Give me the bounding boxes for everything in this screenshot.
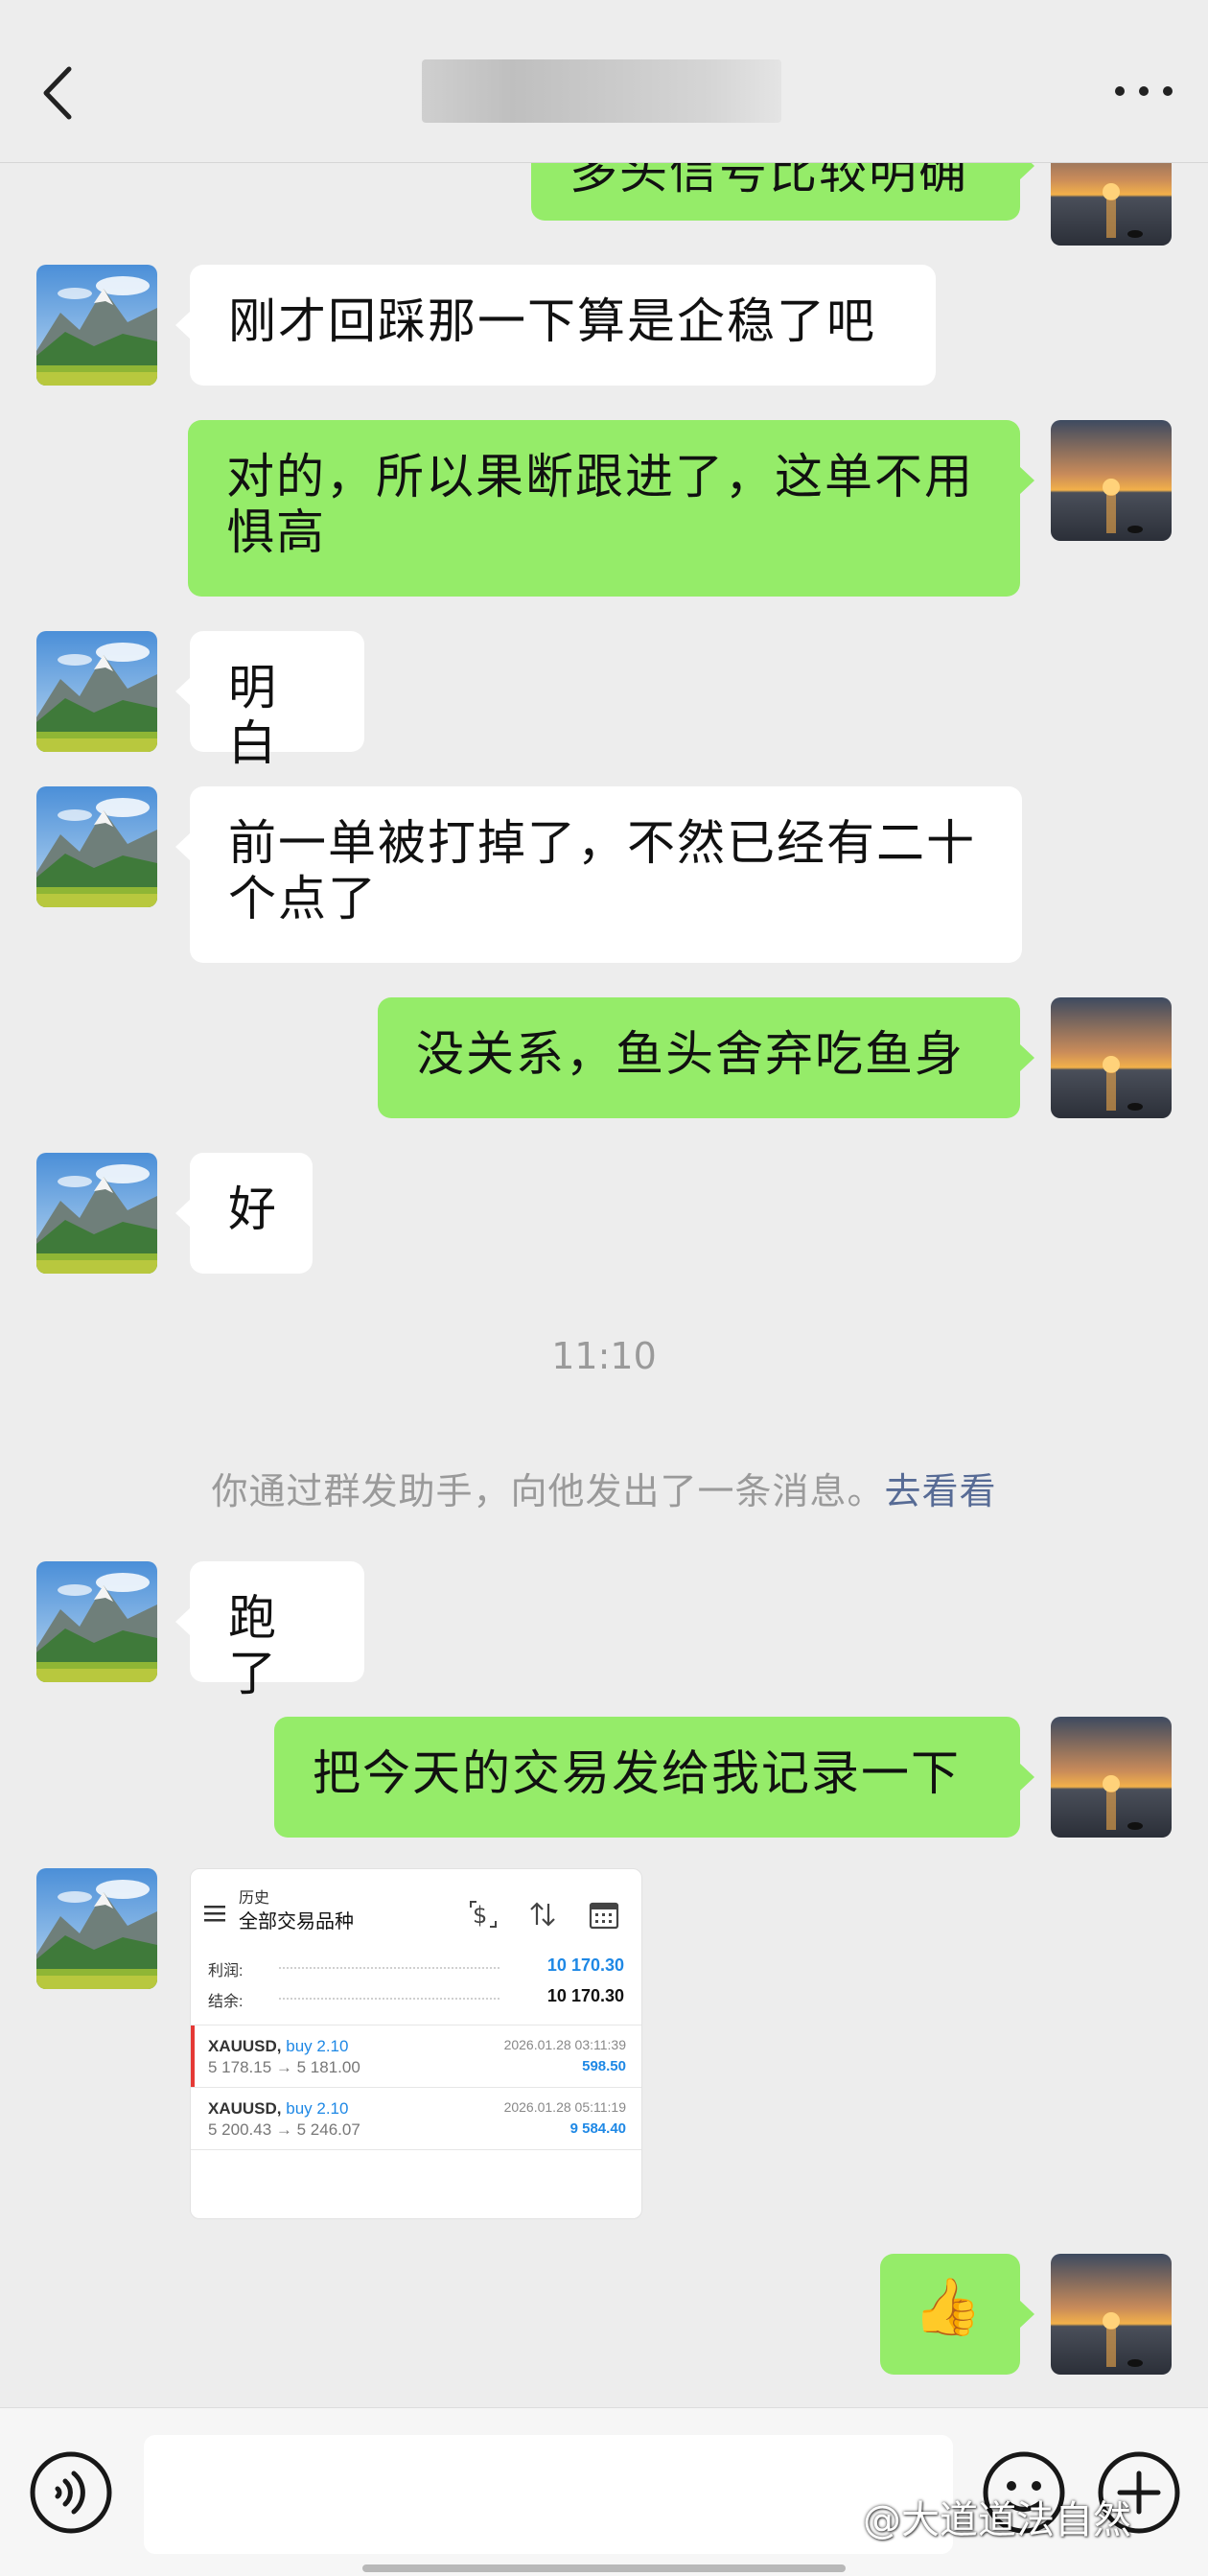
- trade-price: 5 178.15 → 5 181.00: [208, 2058, 360, 2076]
- profit-value: 10 170.30: [546, 1955, 624, 1975]
- contact-avatar[interactable]: [36, 786, 157, 907]
- calendar-icon: [589, 1902, 619, 1930]
- message-outgoing[interactable]: 👍: [880, 2254, 1034, 2375]
- sort-icon: [530, 1902, 555, 1927]
- message-text: 前一单被打掉了，不然已经有二十个点了: [228, 815, 976, 926]
- divider: [279, 1967, 499, 1969]
- trade-symbol: XAUUSD, buy 2.10: [208, 2037, 349, 2055]
- chat-header: [0, 0, 1208, 163]
- message-outgoing[interactable]: 没关系，鱼头舍弃吃鱼身: [378, 997, 1034, 1118]
- message-text: 多头信号比较明确: [569, 163, 968, 199]
- chat-messages: 多头信号比较明确 刚才回踩那一下算是企稳了吧 对的，所以果断跟进了，这单不用惧高…: [0, 163, 1208, 2407]
- message-incoming[interactable]: 跑了: [175, 1561, 364, 1701]
- message-text: 好: [228, 1182, 278, 1237]
- view-link[interactable]: 去看看: [885, 1470, 997, 1512]
- back-button[interactable]: [36, 59, 84, 127]
- currency-exchange-icon: $: [470, 1901, 497, 1929]
- divider: [191, 2149, 641, 2150]
- more-options-button[interactable]: [1110, 77, 1177, 105]
- home-indicator[interactable]: [362, 2564, 846, 2572]
- watermark: @大道道法自然: [863, 2498, 1131, 2542]
- contact-avatar[interactable]: [36, 631, 157, 752]
- balance-value: 10 170.30: [546, 1986, 624, 2005]
- ellipsis-icon: [1115, 86, 1173, 96]
- trade-symbol: XAUUSD, buy 2.10: [208, 2099, 349, 2118]
- timestamp: 11:10: [551, 1335, 657, 1377]
- trade-profit: 598.50: [582, 2058, 626, 2074]
- contact-avatar[interactable]: [36, 1153, 157, 1274]
- message-text: 刚才回踩那一下算是企稳了吧: [228, 293, 876, 349]
- message-text: 没关系，鱼头舍弃吃鱼身: [416, 1026, 964, 1082]
- message-text: 跑了: [228, 1590, 278, 1701]
- system-message-text: 你通过群发助手，向他发出了一条消息。: [211, 1470, 885, 1512]
- message-incoming[interactable]: 刚才回踩那一下算是企稳了吧: [175, 265, 936, 386]
- message-incoming[interactable]: 好: [175, 1153, 313, 1274]
- hamburger-menu-icon: [204, 1906, 225, 1922]
- my-avatar[interactable]: [1051, 163, 1172, 246]
- message-incoming[interactable]: 前一单被打掉了，不然已经有二十个点了: [175, 786, 1022, 963]
- trade-price: 5 200.43 → 5 246.07: [208, 2120, 360, 2139]
- voice-icon: [30, 2451, 112, 2534]
- symbols-title: 全部交易品种: [239, 1911, 354, 1932]
- selected-indicator: [191, 2026, 195, 2087]
- trade-row[interactable]: XAUUSD, buy 2.10 5 178.15 → 5 181.00 202…: [191, 2026, 641, 2087]
- message-outgoing[interactable]: 多头信号比较明确: [531, 163, 1034, 221]
- my-avatar[interactable]: [1051, 420, 1172, 541]
- message-input[interactable]: [144, 2435, 953, 2554]
- contact-avatar[interactable]: [36, 1561, 157, 1682]
- message-text: 明白: [228, 660, 278, 771]
- contact-avatar[interactable]: [36, 265, 157, 386]
- trade-profit: 9 584.40: [569, 2120, 626, 2137]
- svg-text:$: $: [473, 1902, 487, 1929]
- trade-row[interactable]: XAUUSD, buy 2.10 5 200.43 → 5 246.07 202…: [191, 2088, 641, 2149]
- input-bar: @大道道法自然: [0, 2407, 1208, 2576]
- trade-date: 2026.01.28 05:11:19: [503, 2099, 626, 2115]
- message-outgoing[interactable]: 把今天的交易发给我记录一下: [274, 1717, 1034, 1838]
- message-text: 把今天的交易发给我记录一下: [313, 1745, 961, 1801]
- contact-name-redacted: [422, 59, 781, 123]
- my-avatar[interactable]: [1051, 2254, 1172, 2375]
- message-text: 对的，所以果断跟进了，这单不用惧高: [226, 449, 974, 560]
- balance-label: 结余:: [208, 1994, 244, 2010]
- voice-button[interactable]: [29, 2450, 113, 2535]
- trade-date: 2026.01.28 03:11:39: [503, 2037, 626, 2052]
- system-message: 你通过群发助手，向他发出了一条消息。去看看: [0, 1462, 1208, 1514]
- my-avatar[interactable]: [1051, 1717, 1172, 1838]
- chevron-left-icon: [43, 66, 72, 120]
- message-outgoing[interactable]: 对的，所以果断跟进了，这单不用惧高: [188, 420, 1034, 597]
- trade-history-screenshot[interactable]: 历史 全部交易品种 $ 利润: 10 170.30 结余: 10 170.30 …: [190, 1868, 642, 2219]
- profit-label: 利润:: [208, 1963, 244, 1979]
- message-incoming[interactable]: 明白: [175, 631, 364, 771]
- history-label: 历史: [239, 1890, 270, 1907]
- contact-avatar[interactable]: [36, 1868, 157, 1989]
- divider: [279, 1998, 499, 2000]
- thumbs-up-icon: 👍: [913, 2274, 985, 2339]
- my-avatar[interactable]: [1051, 997, 1172, 1118]
